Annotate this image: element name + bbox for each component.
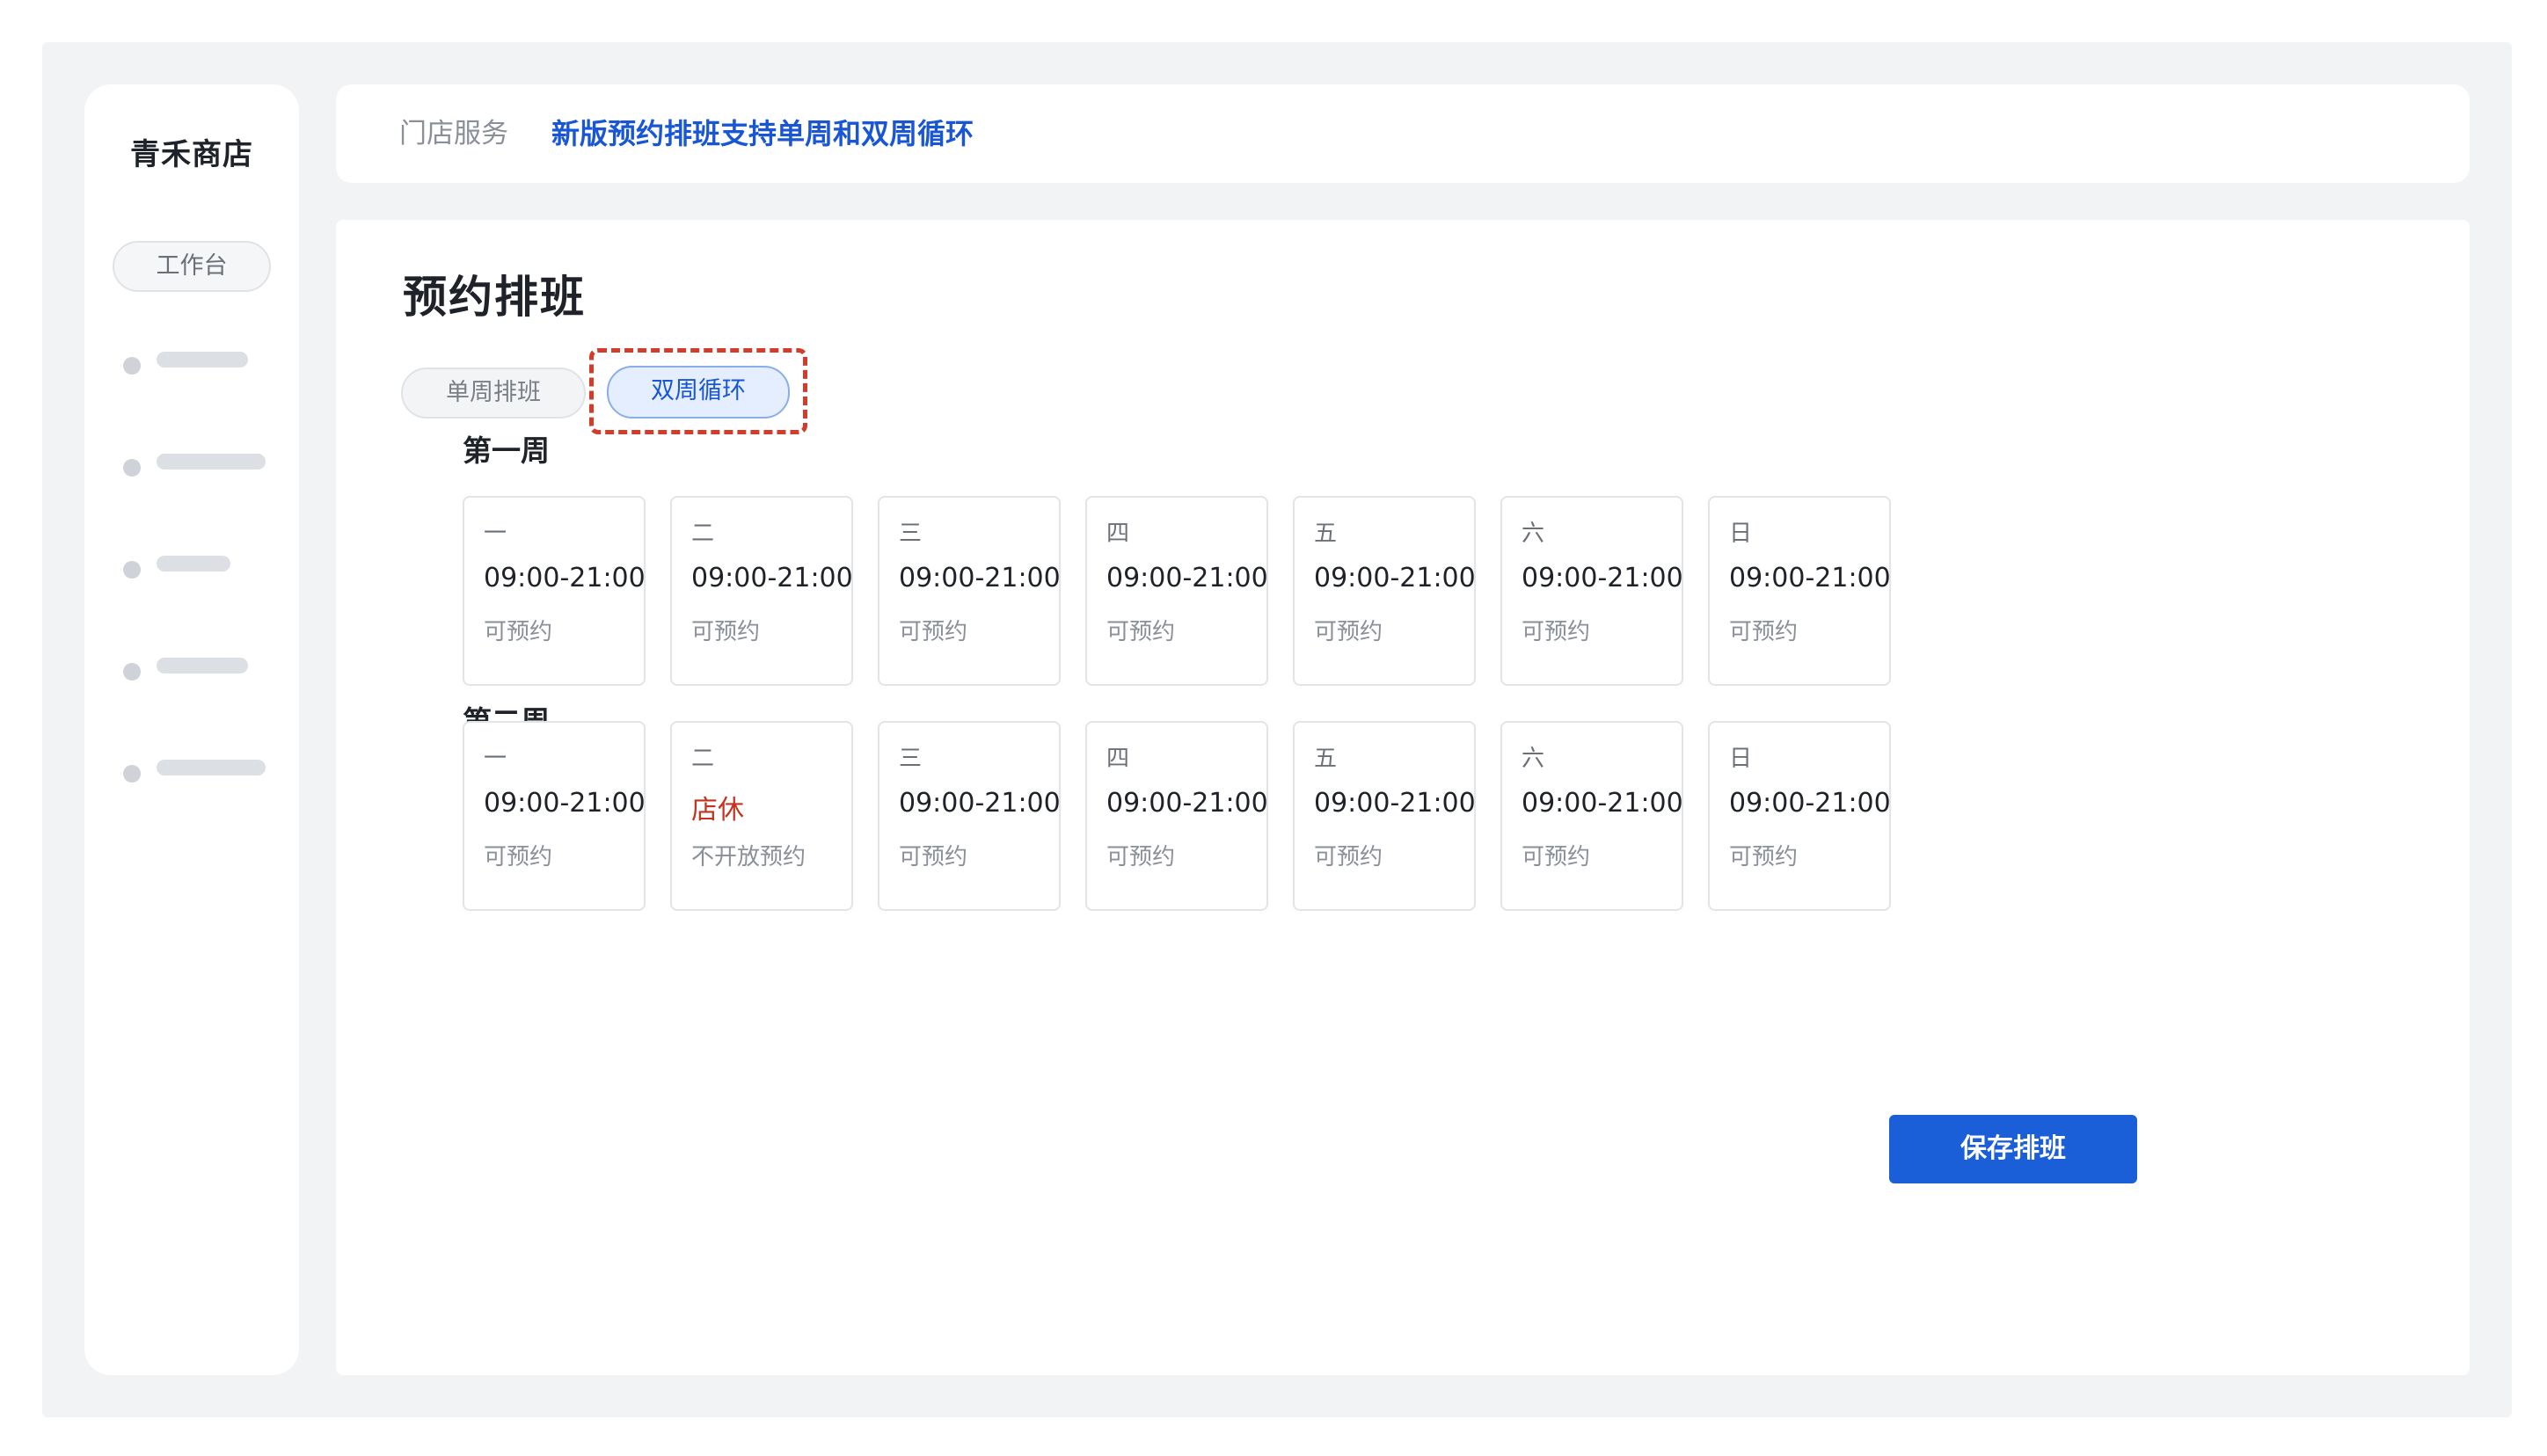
day-card[interactable]: 二 09:00-21:00 可预约 <box>670 496 853 686</box>
sidebar: 青禾商店 工作台 <box>84 84 299 1375</box>
nav-placeholder-item[interactable] <box>157 556 230 571</box>
day-name: 三 <box>899 746 923 772</box>
day-status: 可预约 <box>1106 619 1176 645</box>
nav-placeholder-item[interactable] <box>157 454 266 470</box>
day-status: 可预约 <box>899 619 968 645</box>
nav-placeholder-dot <box>123 459 141 477</box>
day-name: 五 <box>1314 521 1338 547</box>
day-card[interactable]: 五 09:00-21:00 可预约 <box>1293 496 1476 686</box>
tab-single-week[interactable]: 单周排班 <box>401 368 586 419</box>
day-hours: 09:00-21:00 <box>899 788 1061 819</box>
day-card[interactable]: 一 09:00-21:00 可预约 <box>463 721 646 911</box>
day-name: 一 <box>484 521 507 547</box>
nav-placeholder-dot <box>123 765 141 783</box>
day-name: 二 <box>691 746 715 772</box>
day-card[interactable]: 日 09:00-21:00 可预约 <box>1708 721 1891 911</box>
day-status: 可预约 <box>1314 844 1383 870</box>
announcement-title: 新版预约排班支持单周和双周循环 <box>551 117 974 150</box>
highlight-annotation <box>589 348 807 434</box>
day-name: 四 <box>1106 521 1130 547</box>
nav-placeholder-dot <box>123 663 141 681</box>
day-card[interactable]: 二店休 不开放预约 <box>670 721 853 911</box>
day-hours: 09:00-21:00 <box>484 563 646 593</box>
day-hours: 09:00-21:00 <box>899 563 1061 593</box>
day-hours: 09:00-21:00 <box>484 788 646 819</box>
page-title: 预约排班 <box>403 272 586 323</box>
day-hours: 09:00-21:00 <box>1522 788 1683 819</box>
day-name: 四 <box>1106 746 1130 772</box>
day-card[interactable]: 三 09:00-21:00 可预约 <box>878 721 1061 911</box>
brand-name: 青禾商店 <box>130 137 253 172</box>
day-hours: 09:00-21:00 <box>1522 563 1683 593</box>
day-name: 六 <box>1522 521 1545 547</box>
day-name: 五 <box>1314 746 1338 772</box>
day-card[interactable]: 六 09:00-21:00 可预约 <box>1500 721 1683 911</box>
day-status: 可预约 <box>1314 619 1383 645</box>
day-status: 可预约 <box>1729 619 1799 645</box>
day-card[interactable]: 六 09:00-21:00 可预约 <box>1500 496 1683 686</box>
day-name: 二 <box>691 521 715 547</box>
week-one-label: 第一周 <box>463 433 550 468</box>
day-status: 可预约 <box>484 619 553 645</box>
day-card[interactable]: 五 09:00-21:00 可预约 <box>1293 721 1476 911</box>
day-status: 可预约 <box>899 844 968 870</box>
nav-placeholder-item[interactable] <box>157 658 248 673</box>
day-hours: 09:00-21:00 <box>691 563 853 593</box>
schedule-panel: 预约排班 单周排班 双周循环 第一周 第二周 一 09:00-21:00 可预约二 0… <box>336 220 2470 1375</box>
top-bar: 门店服务 新版预约排班支持单周和双周循环 <box>336 84 2470 183</box>
day-status: 可预约 <box>691 619 761 645</box>
day-card[interactable]: 一 09:00-21:00 可预约 <box>463 496 646 686</box>
day-hours: 店休 <box>691 795 744 826</box>
nav-placeholder-dot <box>123 357 141 375</box>
day-status: 可预约 <box>1522 844 1591 870</box>
day-hours: 09:00-21:00 <box>1106 788 1268 819</box>
day-hours: 09:00-21:00 <box>1314 563 1476 593</box>
day-status: 可预约 <box>1729 844 1799 870</box>
day-card[interactable]: 三 09:00-21:00 可预约 <box>878 496 1061 686</box>
day-status: 可预约 <box>484 844 553 870</box>
day-hours: 09:00-21:00 <box>1314 788 1476 819</box>
day-status: 可预约 <box>1522 619 1591 645</box>
day-name: 一 <box>484 746 507 772</box>
nav-placeholder-item[interactable] <box>157 760 266 775</box>
breadcrumb[interactable]: 门店服务 <box>399 84 508 183</box>
day-hours: 09:00-21:00 <box>1729 788 1891 819</box>
day-card[interactable]: 日 09:00-21:00 可预约 <box>1708 496 1891 686</box>
day-name: 三 <box>899 521 923 547</box>
day-name: 日 <box>1729 746 1753 772</box>
day-name: 日 <box>1729 521 1753 547</box>
day-hours: 09:00-21:00 <box>1729 563 1891 593</box>
sidebar-item-workbench[interactable]: 工作台 <box>113 241 271 292</box>
nav-placeholder-item[interactable] <box>157 352 248 368</box>
day-name: 六 <box>1522 746 1545 772</box>
day-card[interactable]: 四 09:00-21:00 可预约 <box>1085 496 1268 686</box>
save-schedule-button[interactable]: 保存排班 <box>1889 1115 2137 1183</box>
day-hours: 09:00-21:00 <box>1106 563 1268 593</box>
day-card[interactable]: 四 09:00-21:00 可预约 <box>1085 721 1268 911</box>
day-status: 不开放预约 <box>691 844 806 870</box>
nav-placeholder-dot <box>123 561 141 579</box>
day-status: 可预约 <box>1106 844 1176 870</box>
